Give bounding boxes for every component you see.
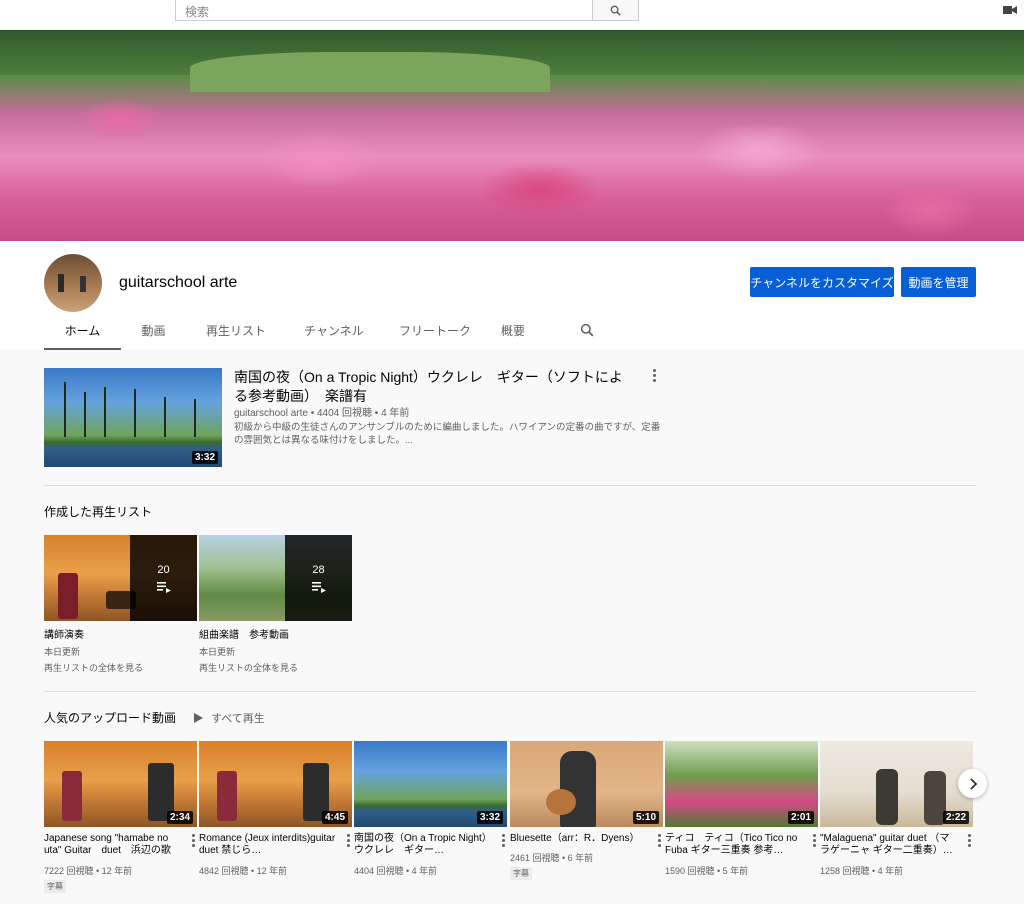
video-thumbnail[interactable]: 2:22 [820,741,973,827]
featured-video-title[interactable]: 南国の夜（On a Tropic Night）ウクレレ ギター（ソフトによる参考… [234,368,634,406]
tab-about[interactable]: 概要 [488,321,538,350]
chevron-right-icon [969,777,977,790]
customize-channel-button[interactable]: チャンネルをカスタマイズ [750,267,894,297]
tab-discussion[interactable]: フリートーク [382,321,488,350]
video-meta: 1590 回視聴 • 5 年前 [665,866,749,876]
channel-banner [0,30,1024,241]
play-all-button[interactable]: すべて再生 [194,710,265,726]
tab-channels[interactable]: チャンネル [286,321,382,350]
video-duration: 5:10 [632,811,659,824]
video-title[interactable]: Romance (Jeux interdits)guitar duet 禁じら… [199,833,337,857]
more-vert-icon[interactable] [191,834,195,847]
video-meta: 2461 回視聴 • 6 年前 [510,853,594,863]
video-title[interactable]: 南国の夜（On a Tropic Night）ウクレレ ギター… [354,833,492,857]
video-card[interactable]: 2:22 "Malaguena" guitar duet （マラゲーニャ ギター… [820,741,973,876]
video-duration: 3:32 [476,811,503,824]
playlists-section-title: 作成した再生リスト [44,505,153,519]
playlist-icon [311,581,326,593]
search-input[interactable]: 検索 [175,0,593,21]
more-vert-icon[interactable] [967,834,971,847]
search-icon[interactable] [580,323,594,337]
playlist-count-overlay: 20 [130,535,197,621]
video-thumbnail[interactable]: 4:45 [199,741,352,827]
more-vert-icon[interactable] [812,834,816,847]
video-meta: 1258 回視聴 • 4 年前 [820,866,904,876]
video-title[interactable]: Bluesette（arr：R．Dyens） [510,833,648,845]
more-vert-icon[interactable] [501,834,505,847]
featured-video-thumbnail[interactable]: 3:32 [44,368,222,467]
video-duration: 4:45 [321,811,348,824]
video-card[interactable]: 3:32 南国の夜（On a Tropic Night）ウクレレ ギター… 44… [354,741,507,876]
video-thumbnail[interactable]: 2:01 [665,741,818,827]
uploads-section-title: 人気のアップロード動画 [44,711,177,725]
channel-tabs: ホーム 動画 再生リスト チャンネル フリートーク 概要 [44,321,538,350]
video-thumbnail[interactable]: 2:34 [44,741,197,827]
featured-video-description: 初級から中級の生徒さんのアンサンブルのために編曲しました。ハワイアンの定番の曲で… [234,422,661,446]
video-card[interactable]: 2:01 ティコ ティコ（Tico Tico no Fuba ギター三重奏 参考… [665,741,818,876]
next-button[interactable] [958,769,987,798]
playlist-thumbnail[interactable]: 28 [199,535,352,621]
more-vert-icon[interactable] [652,369,656,382]
playlist-updated: 本日更新 [199,647,236,657]
video-title[interactable]: ティコ ティコ（Tico Tico no Fuba ギター三重奏 参考… [665,833,803,857]
more-vert-icon[interactable] [657,834,661,847]
video-duration: 2:22 [942,811,969,824]
video-title[interactable]: Japanese song "hamabe no uta" Guitar due… [44,833,182,857]
playlist-title[interactable]: 講師演奏 [44,626,84,641]
play-all-label: すべて再生 [211,713,265,725]
video-meta: 4404 回視聴 • 4 年前 [354,866,438,876]
video-camera-icon[interactable] [1003,4,1017,16]
playlist-title[interactable]: 組曲楽譜 参考動画 [199,626,289,641]
tab-home[interactable]: ホーム [44,321,121,350]
video-duration: 2:01 [787,811,814,824]
search-icon [610,5,621,16]
video-card[interactable]: 2:34 Japanese song "hamabe no uta" Guita… [44,741,197,893]
playlist-view-all-link[interactable]: 再生リストの全体を見る [199,661,298,674]
playlist-icon [156,581,171,593]
video-card[interactable]: 5:10 Bluesette（arr：R．Dyens） 2461 回視聴 • 6… [510,741,663,880]
video-thumbnail[interactable]: 5:10 [510,741,663,827]
tab-playlists[interactable]: 再生リスト [186,321,286,350]
more-vert-icon[interactable] [346,834,350,847]
tab-videos[interactable]: 動画 [121,321,186,350]
video-duration: 3:32 [191,451,218,464]
video-thumbnail[interactable]: 3:32 [354,741,507,827]
play-icon [194,713,203,723]
top-bar: 検索 [0,0,1024,30]
video-duration: 2:34 [166,811,193,824]
playlist-count: 20 [157,563,170,576]
subtitles-badge: 字幕 [510,867,532,880]
playlist-thumbnail[interactable]: 20 [44,535,197,621]
manage-videos-button[interactable]: 動画を管理 [901,267,976,297]
channel-header: guitarschool arte チャンネルをカスタマイズ 動画を管理 ホーム… [0,241,1024,350]
video-meta: 7222 回視聴 • 12 年前 [44,866,133,876]
video-card[interactable]: 4:45 Romance (Jeux interdits)guitar duet… [199,741,352,876]
video-meta: 4842 回視聴 • 12 年前 [199,866,288,876]
playlist-count-overlay: 28 [285,535,352,621]
video-title[interactable]: "Malaguena" guitar duet （マラゲーニャ ギター二重奏）… [820,833,958,857]
search-button[interactable] [593,0,639,21]
subtitles-badge: 字幕 [44,880,66,893]
featured-video-meta: guitarschool arte • 4404 回視聴 • 4 年前 [234,408,410,419]
channel-name: guitarschool arte [119,274,238,291]
divider [44,691,976,692]
divider [44,485,976,486]
playlist-view-all-link[interactable]: 再生リストの全体を見る [44,661,143,674]
avatar[interactable] [44,254,102,312]
playlist-count: 28 [312,563,325,576]
playlist-updated: 本日更新 [44,647,81,657]
